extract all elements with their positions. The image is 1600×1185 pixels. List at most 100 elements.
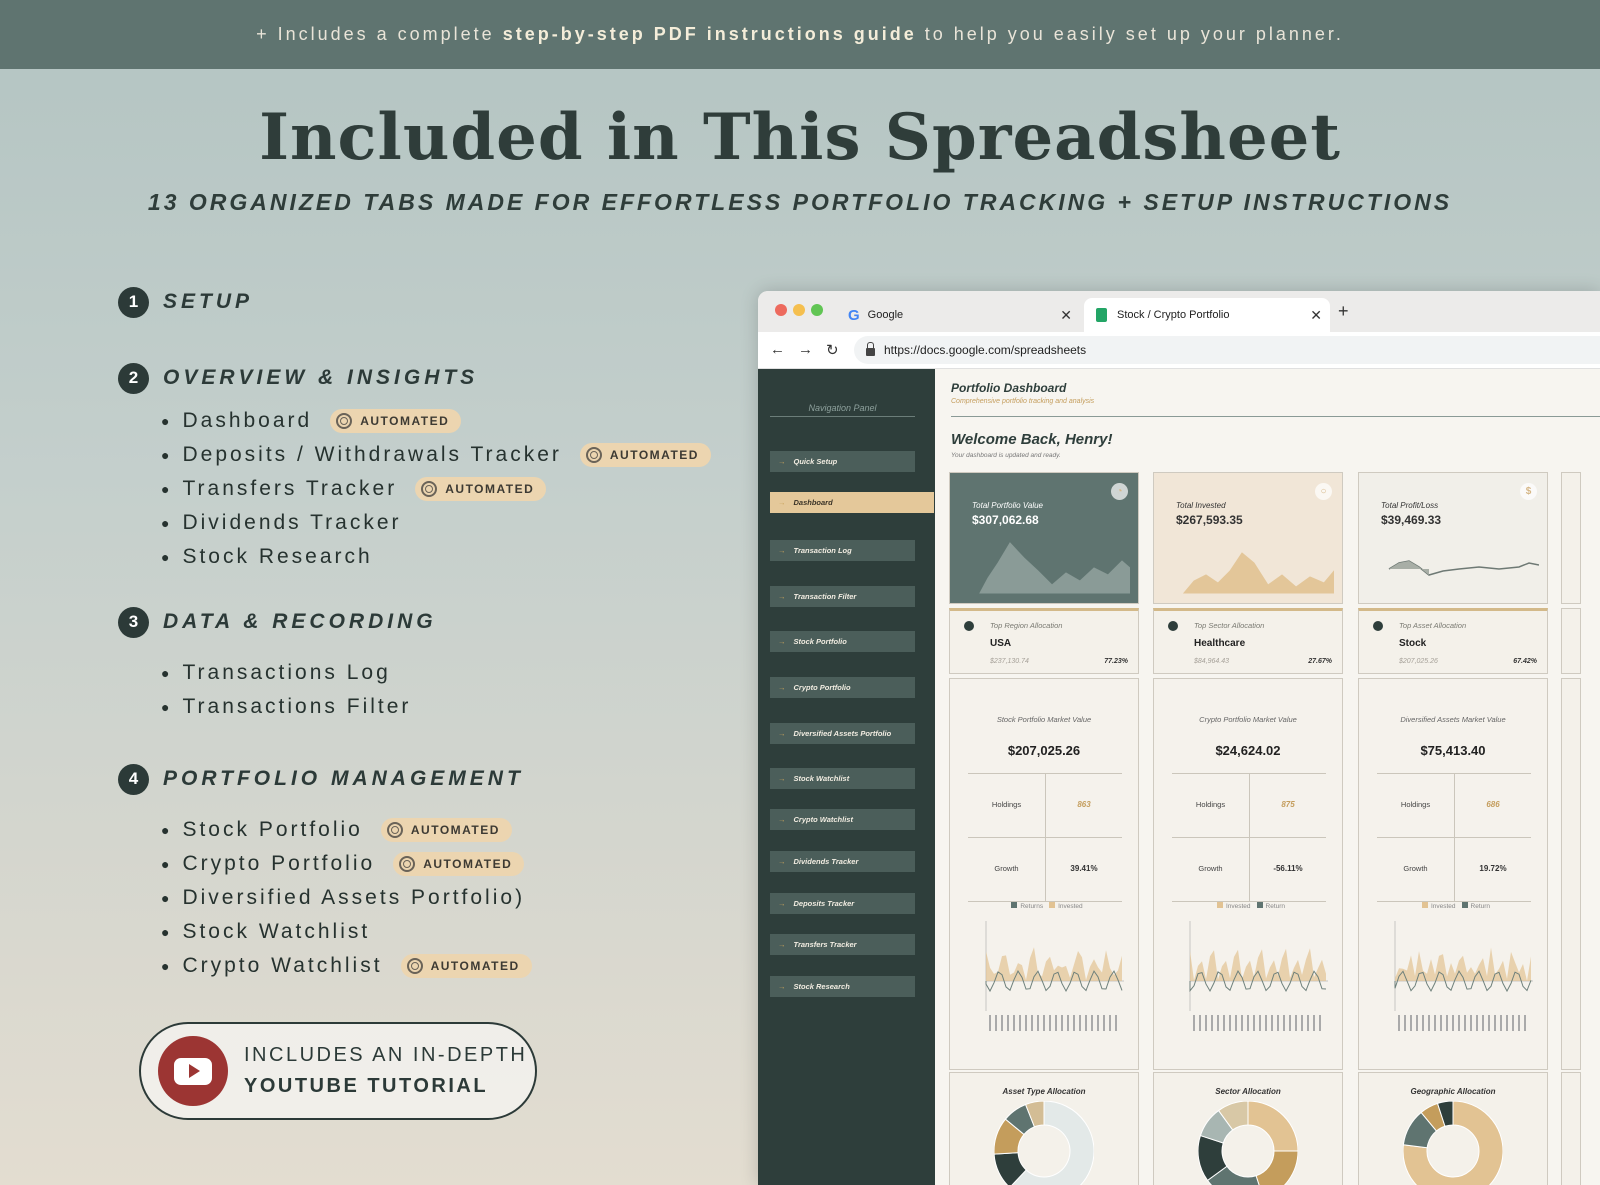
youtube-icon <box>158 1036 228 1106</box>
sidebar-item[interactable]: → Transfers Tracker <box>770 934 915 955</box>
allocation-amount: $237,130.74 <box>990 658 1029 665</box>
allocation-icon <box>1168 621 1178 631</box>
feature-item: ● Stock Portfolio AUTOMATED <box>161 813 532 847</box>
sidebar-item[interactable]: → Quick Setup <box>770 451 915 472</box>
minimize-window-dot[interactable] <box>793 304 805 316</box>
allocation-percent: 27.67% <box>1308 658 1332 665</box>
new-tab-button[interactable]: + <box>1338 301 1349 322</box>
kpi-sparkline <box>979 542 1130 594</box>
stat-label: Growth <box>1403 864 1428 873</box>
allocation-value: Stock <box>1399 638 1427 649</box>
card-partial <box>1561 608 1581 674</box>
feature-item: ● Dividends Tracker <box>161 506 711 540</box>
sidebar-item[interactable]: → Transaction Log <box>770 540 915 561</box>
section-title: PORTFOLIO MANAGEMENT <box>163 767 524 790</box>
section-number: 1 <box>118 286 149 318</box>
arrow-icon: → <box>778 546 786 555</box>
sidebar-item-label: Diversified Assets Portfolio <box>793 729 892 738</box>
section-number: 3 <box>118 606 149 638</box>
arrow-icon: → <box>778 592 786 601</box>
tab-spreadsheet[interactable]: Stock / Crypto Portfolio ✕ <box>1084 298 1330 332</box>
automated-badge-label: AUTOMATED <box>423 857 513 871</box>
sidebar-item[interactable]: → Crypto Portfolio <box>770 677 915 698</box>
sidebar-item[interactable]: → Transaction Filter <box>770 586 915 607</box>
feature-item-label: Stock Watchlist <box>182 920 371 943</box>
bullet: ● <box>161 958 173 974</box>
feature-item: ● Transactions Log <box>161 656 437 690</box>
sidebar-item-label: Transaction Filter <box>793 592 857 601</box>
feature-item-label: Diversified Assets Portfolio) <box>182 886 526 909</box>
sidebar-item-label: Dashboard <box>793 498 833 507</box>
section-1: 1 SETUP <box>118 286 253 318</box>
sidebar-item[interactable]: → Stock Research <box>770 976 915 997</box>
sidebar-item[interactable]: → Dividends Tracker <box>770 851 915 872</box>
close-icon[interactable]: ✕ <box>1060 307 1072 324</box>
feature-item-label: Dividends Tracker <box>182 511 402 534</box>
feature-item-label: Transactions Filter <box>182 695 412 718</box>
sidebar-item[interactable]: → Crypto Watchlist <box>770 809 915 830</box>
feature-item-label: Crypto Watchlist <box>182 954 383 977</box>
sidebar-item[interactable]: → Dashboard <box>770 492 934 513</box>
stats-table: Holdings 686 Growth 19.72% <box>1377 773 1531 902</box>
banner-suffix: to help you easily set up your planner. <box>916 24 1344 44</box>
feature-item-label: Crypto Portfolio <box>182 852 376 875</box>
feature-item: ● Crypto Watchlist AUTOMATED <box>161 949 532 983</box>
maximize-window-dot[interactable] <box>811 304 823 316</box>
arrow-icon: → <box>778 940 786 949</box>
automation-icon <box>336 413 353 429</box>
back-icon[interactable]: ← <box>770 341 785 358</box>
subheadline: 13 ORGANIZED TABS MADE FOR EFFORTLESS PO… <box>147 189 1453 215</box>
sidebar-item-label: Crypto Watchlist <box>793 815 853 824</box>
sidebar-item-label: Stock Research <box>793 982 850 991</box>
stat-value: 39.41% <box>1045 838 1122 901</box>
forward-icon[interactable]: → <box>798 341 813 358</box>
automation-icon <box>399 856 416 872</box>
allocation-label: Top Sector Allocation <box>1194 621 1265 630</box>
legend-label: Invested <box>1058 903 1083 910</box>
sidebar-item-label: Stock Portfolio <box>793 637 847 646</box>
stat-label: Growth <box>1198 864 1223 873</box>
tab-google[interactable]: G Google ✕ <box>844 298 1080 332</box>
allocation-value: USA <box>990 638 1012 649</box>
close-icon[interactable]: ✕ <box>1310 307 1322 324</box>
market-value: $24,624.02 <box>1215 743 1281 758</box>
kpi-card: Total Portfolio Value $307,062.68 ◔ <box>949 472 1139 604</box>
section-3: 3 DATA & RECORDING ● Transactions Log ● Trans… <box>118 606 437 724</box>
allocation-icon <box>1373 621 1383 631</box>
feature-item: ● Transactions Filter <box>161 690 437 724</box>
allocation-icon <box>964 621 974 631</box>
url-input[interactable]: https://docs.google.com/spreadsheets <box>854 336 1600 364</box>
sidebar-item[interactable]: → Stock Watchlist <box>770 768 915 789</box>
stats-row: Holdings 875 <box>1172 774 1326 838</box>
stats-row: Holdings 686 <box>1377 774 1531 838</box>
stats-row: Growth 19.72% <box>1377 838 1531 902</box>
kpi-sparkline <box>1388 560 1539 576</box>
automation-icon <box>421 481 438 497</box>
sidebar-item[interactable]: → Diversified Assets Portfolio <box>770 723 915 744</box>
sidebar-item[interactable]: → Stock Portfolio <box>770 631 915 652</box>
top-banner: + Includes a complete step-by-step PDF i… <box>0 0 1600 69</box>
divider <box>951 416 1600 417</box>
feature-item: ● Deposits / Withdrawals Tracker AUTOMATED <box>161 438 711 472</box>
allocation-amount: $84,964.43 <box>1194 658 1230 665</box>
welcome-heading: Welcome Back, Henry! <box>951 431 1113 448</box>
chart-legend: Returns Invested <box>950 902 1138 910</box>
sidebar-item[interactable]: → Deposits Tracker <box>770 893 915 914</box>
stat-label: Holdings <box>1400 800 1431 809</box>
close-window-dot[interactable] <box>775 304 787 316</box>
feature-item: ● Stock Watchlist <box>161 915 532 949</box>
stat-label: Holdings <box>1195 800 1226 809</box>
automated-badge-label: AUTOMATED <box>609 448 699 462</box>
automated-badge: AUTOMATED <box>380 818 512 842</box>
stats-table: Holdings 875 Growth -56.11% <box>1172 773 1326 902</box>
kpi-icon: ◔ <box>1111 483 1128 500</box>
pie-label: Sector Allocation <box>1215 1087 1281 1096</box>
feature-item: ● Dashboard AUTOMATED <box>161 404 711 438</box>
automated-badge-label: AUTOMATED <box>360 414 450 428</box>
stat-value: 686 <box>1454 774 1531 837</box>
pie-card: Geographic Allocation <box>1358 1072 1548 1185</box>
market-value: $207,025.26 <box>1007 743 1081 758</box>
arrow-icon: → <box>778 857 786 866</box>
reload-icon[interactable]: ↻ <box>826 341 839 359</box>
feature-item: ● Crypto Portfolio AUTOMATED <box>161 847 532 881</box>
